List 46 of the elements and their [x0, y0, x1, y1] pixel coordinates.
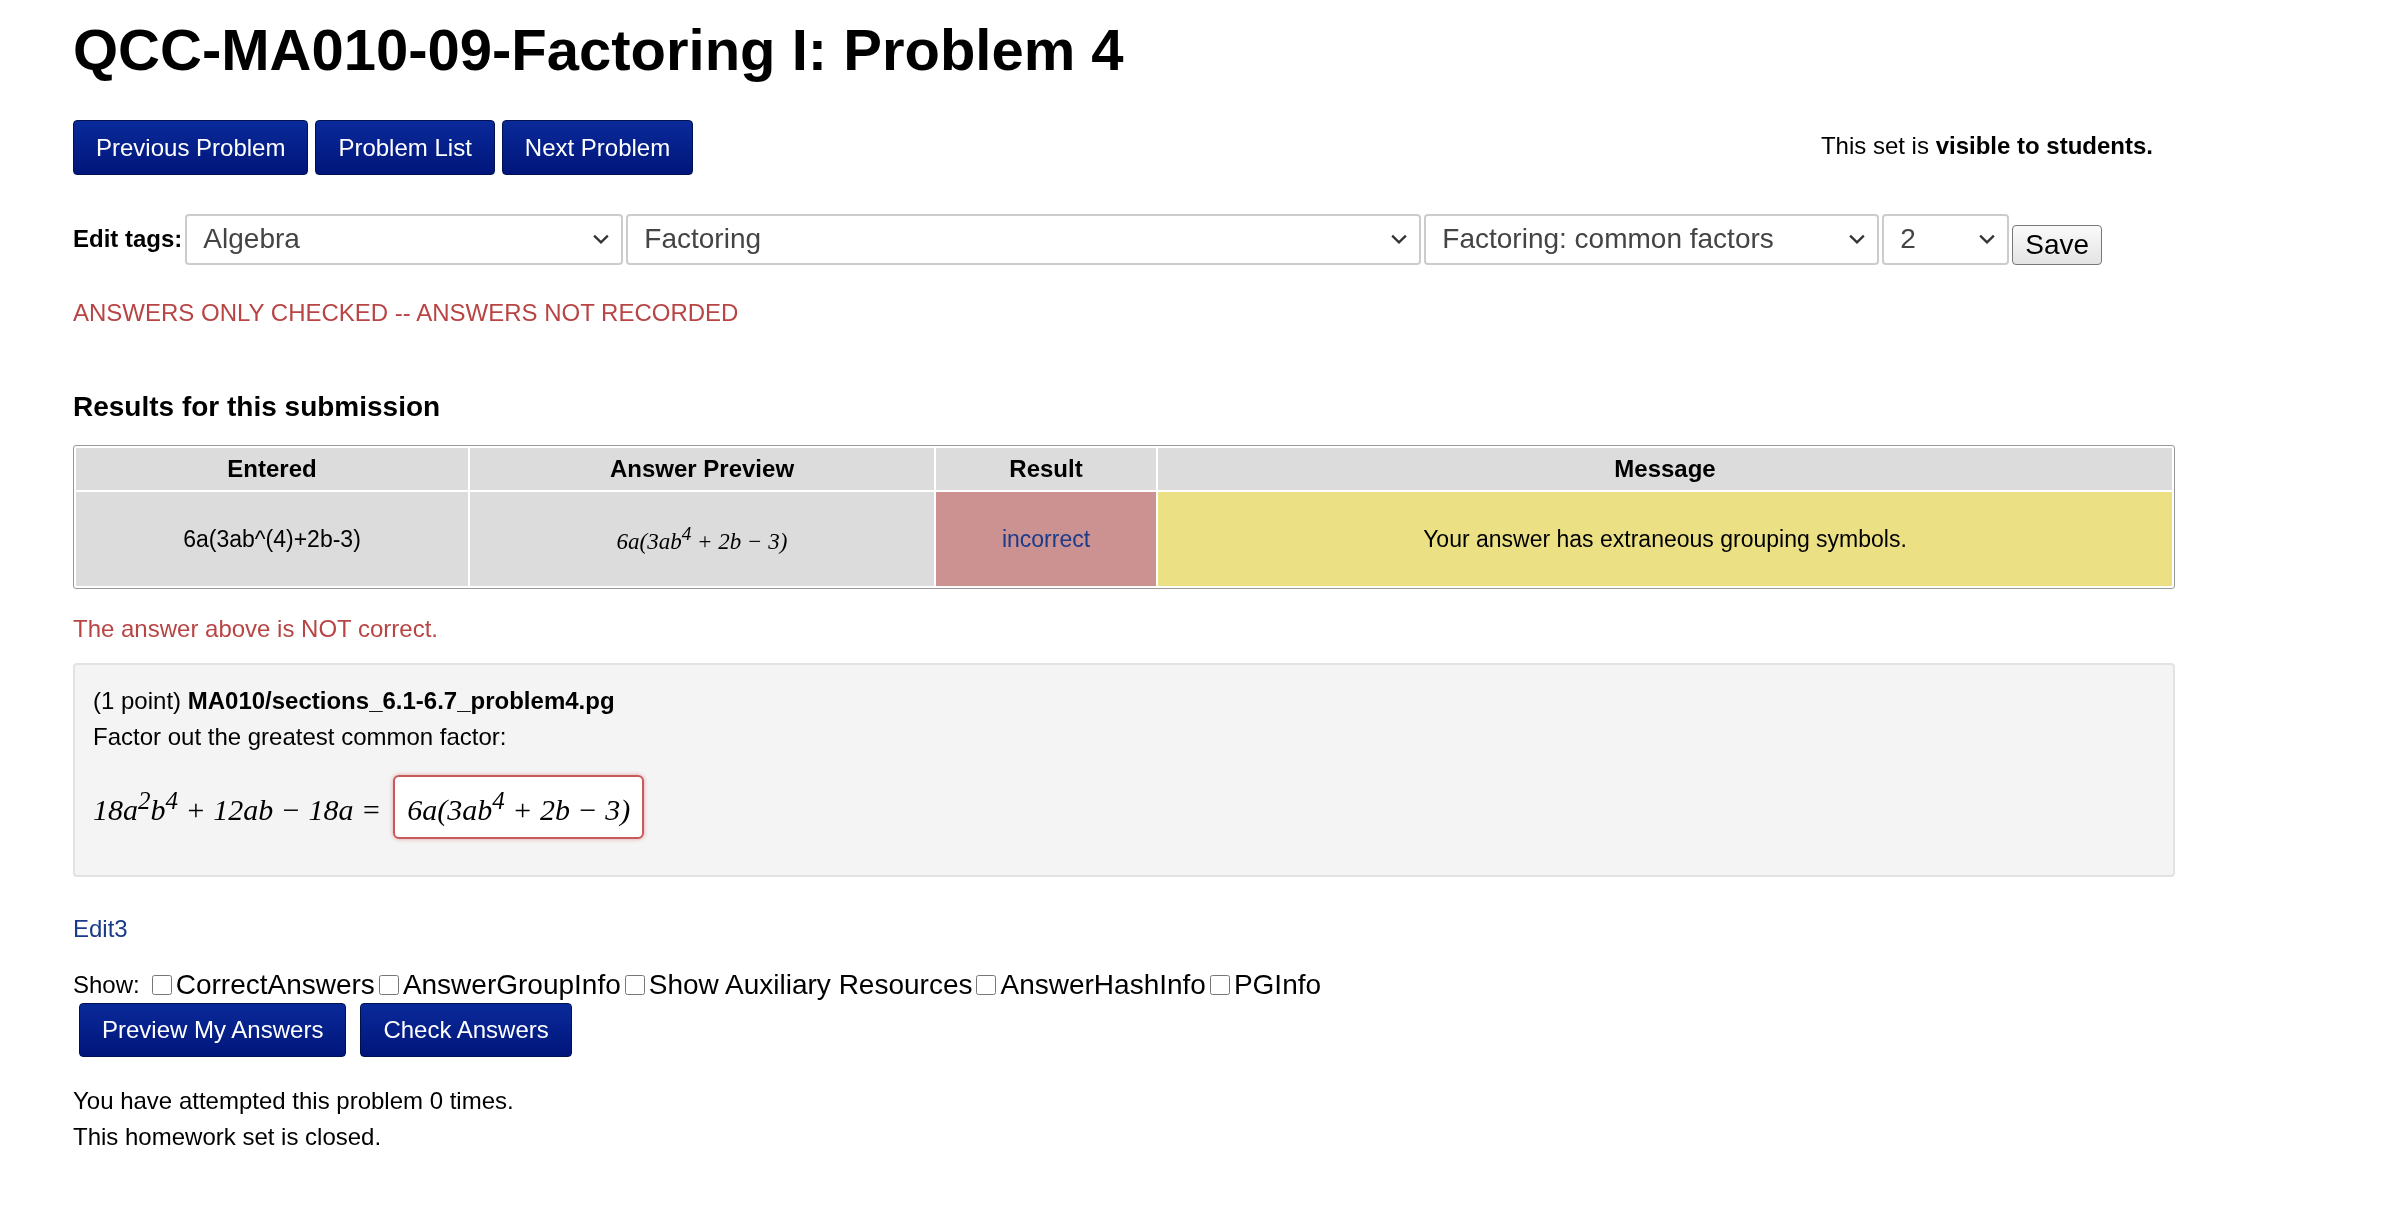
nav-button[interactable]: Problem List [315, 120, 495, 175]
equation-text: 18a$^{2}$b$^{4}$ + 12ab − 18a = [93, 787, 382, 827]
checkbox[interactable] [378, 975, 399, 995]
nav-button[interactable]: Next Problem [501, 120, 694, 175]
table-cell: Your answer has extraneous grouping symbols. [1158, 492, 2172, 586]
answer-field[interactable]: 6a(3ab$^{4}$ + 2b − 3) [393, 775, 645, 839]
chevron-icon [1979, 233, 1996, 245]
result-cell: incorrect [936, 492, 1156, 586]
edit-link[interactable]: Edit3 [73, 915, 128, 943]
table-cell: 6a(3ab^(4)+2b-3) [76, 492, 468, 586]
column-header: Message [1158, 448, 2172, 490]
show-label: Show: [73, 971, 140, 999]
chevron-icon [1391, 233, 1408, 245]
column-header: Entered [76, 448, 468, 490]
checkbox-label: PGInfo [1233, 969, 1322, 1001]
save-button[interactable]: Save [2012, 225, 2103, 265]
status-text: You have attempted this problem 0 times. [73, 1086, 515, 1116]
chevron-icon [1849, 233, 1866, 245]
tags-label: Edit tags: [73, 225, 183, 253]
feedback-text: The answer above is NOT correct. [73, 615, 440, 643]
page-title: QCC-MA010-09-Factoring I: Problem 4 [73, 16, 1125, 84]
checkbox-label: CorrectAnswers [175, 969, 375, 1001]
checkbox[interactable] [976, 975, 997, 995]
visibility-text: This set is visible to students. [1820, 132, 2153, 160]
checkbox-label: AnswerHashInfo [1000, 969, 1206, 1001]
status-text: This homework set is closed. [73, 1122, 383, 1152]
tag-select[interactable]: Factoring: common factors [1424, 213, 1880, 265]
checkbox[interactable] [151, 975, 172, 995]
checkbox-label: AnswerGroupInfo [402, 969, 621, 1001]
tag-select[interactable]: Factoring [626, 213, 1422, 265]
checkbox[interactable] [1209, 975, 1230, 995]
submit-button[interactable]: Check Answers [360, 1003, 572, 1057]
checkbox[interactable] [624, 975, 645, 995]
tag-select[interactable]: Algebra [185, 213, 624, 265]
problem-header: (1 point) MA010/sections_6.1-6.7_problem4.pg [93, 686, 616, 716]
table-cell: 6a(3ab$^{4}$ + 2b − 3) [470, 492, 934, 586]
column-header: Answer Preview [470, 448, 934, 490]
checkbox-label: Show Auxiliary Resources [648, 969, 973, 1001]
results-heading: Results for this submission [73, 391, 442, 423]
nav-button[interactable]: Previous Problem [73, 120, 309, 175]
submit-button[interactable]: Preview My Answers [79, 1003, 347, 1057]
problem-prompt: Factor out the greatest common factor: [93, 722, 508, 752]
tag-select[interactable]: 2 [1882, 213, 2010, 265]
column-header: Result [936, 448, 1156, 490]
chevron-icon [593, 233, 610, 245]
notice-text: ANSWERS ONLY CHECKED -- ANSWERS NOT RECORDED [73, 299, 740, 327]
